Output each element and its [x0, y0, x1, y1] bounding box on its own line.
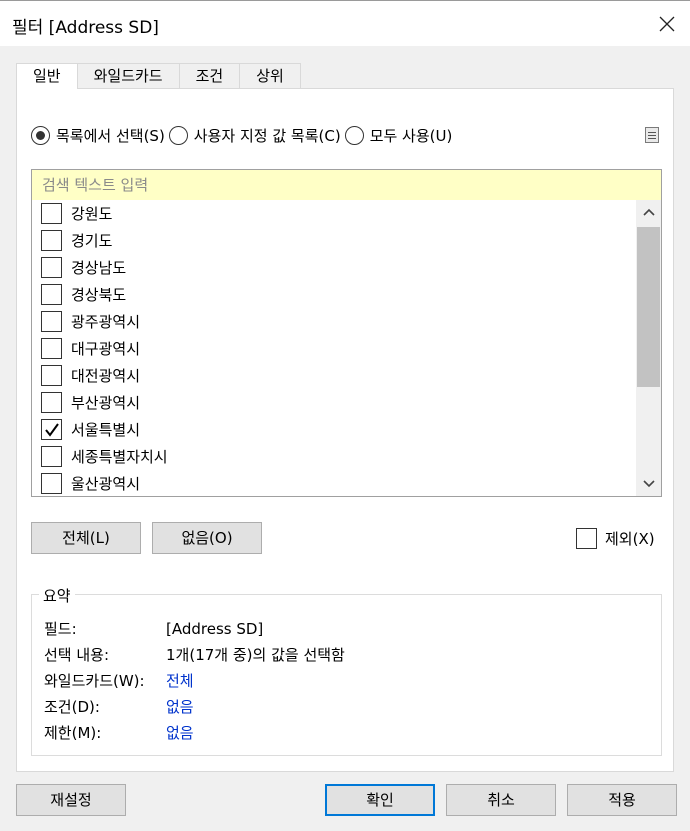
radio-button[interactable] [31, 125, 50, 145]
summary-label: 와일드카드(W): [44, 672, 145, 690]
summary-label: 제한(M): [44, 724, 102, 742]
summary-label: 선택 내용: [44, 646, 110, 664]
window-title: 필터 [Address SD] [12, 18, 159, 38]
checkmark-icon [44, 422, 59, 437]
list-item-checkbox[interactable] [41, 338, 62, 359]
radio-custom-value-list[interactable]: 사용자 지정 값 목록(C) [168, 125, 341, 146]
list-item-label: 서울특별시 [71, 421, 141, 439]
chevron-down-icon [642, 480, 655, 488]
list-item[interactable]: 울산광역시 [41, 470, 141, 496]
radio-label: 목록에서 선택(S) [56, 126, 165, 145]
list-item[interactable]: 부산광역시 [41, 389, 140, 416]
close-icon [659, 16, 675, 31]
list-item-label: 울산광역시 [71, 475, 141, 493]
list-item-checkbox[interactable] [41, 284, 62, 305]
list-item-label: 광주광역시 [71, 313, 141, 331]
list-item[interactable]: 경상북도 [41, 281, 126, 308]
list-item[interactable]: 대전광역시 [41, 362, 140, 389]
radio-label: 모두 사용(U) [369, 126, 453, 145]
list-item-label: 강원도 [71, 205, 113, 223]
radio-select-from-list[interactable]: 목록에서 선택(S) [31, 125, 165, 146]
reset-button[interactable]: 재설정 [16, 784, 126, 816]
list-item-checkbox[interactable] [41, 365, 62, 386]
tab-strip: 일반 와일드카드 조건 상위 [16, 63, 301, 89]
list-item[interactable]: 세종특별자치시 [41, 443, 168, 470]
list-scrollbar[interactable] [636, 200, 661, 496]
chevron-up-icon [642, 208, 655, 216]
list-item-checkbox[interactable] [41, 311, 62, 332]
summary-label: 조건(D): [44, 698, 100, 716]
list-item-checkbox[interactable] [41, 446, 62, 467]
scroll-up-button[interactable] [636, 201, 661, 223]
cancel-button[interactable]: 취소 [446, 784, 556, 816]
list-item-checkbox[interactable] [41, 230, 62, 251]
list-item-label: 대구광역시 [71, 340, 141, 358]
select-none-button[interactable]: 없음(O) [152, 522, 262, 554]
exclude-label: 제외(X) [605, 530, 655, 548]
list-item[interactable]: 광주광역시 [41, 308, 140, 335]
summary-link-limit[interactable]: 없음 [166, 721, 194, 745]
title-bar: 필터 [Address SD] [0, 0, 690, 46]
tab-condition[interactable]: 조건 [178, 63, 241, 88]
list-menu-icon[interactable] [645, 127, 659, 143]
list-item[interactable]: 강원도 [41, 200, 112, 227]
list-item-label: 세종특별자치시 [71, 448, 168, 466]
scroll-down-button[interactable] [636, 473, 661, 495]
tab-general[interactable]: 일반 [16, 63, 78, 89]
list-item-label: 대전광역시 [71, 367, 141, 385]
list-item-checkbox[interactable] [41, 203, 62, 224]
list-item-label: 경기도 [71, 232, 113, 250]
list-item-label: 경상남도 [71, 259, 127, 277]
list-item-checkbox[interactable] [41, 392, 62, 413]
summary-group: 요약 필드: [Address SD] 선택 내용: 1개(17개 중)의 값을… [31, 585, 662, 756]
list-item-label: 부산광역시 [71, 394, 141, 412]
exclude-checkbox-group[interactable]: 제외(X) [576, 528, 655, 549]
summary-legend: 요약 [39, 585, 75, 606]
list-item[interactable]: 서울특별시 [41, 416, 140, 443]
list-item-checkbox[interactable] [41, 473, 62, 494]
search-input[interactable]: 검색 텍스트 입력 [31, 169, 662, 201]
summary-label: 필드: [44, 620, 77, 638]
list-item[interactable]: 경기도 [41, 227, 112, 254]
summary-value: [Address SD] [166, 620, 264, 638]
scrollbar-thumb[interactable] [637, 227, 660, 387]
list-item-label: 경상북도 [71, 286, 127, 304]
apply-button[interactable]: 적용 [567, 784, 677, 816]
list-item[interactable]: 대구광역시 [41, 335, 140, 362]
summary-value: 1개(17개 중)의 값을 선택함 [166, 646, 345, 664]
list-item-checkbox[interactable] [41, 419, 62, 440]
value-list: 강원도 경기도 경상남도 경상북도 광주광역시 대구광역시 대전광역시 부산광역… [31, 200, 662, 497]
list-item-checkbox[interactable] [41, 257, 62, 278]
radio-button[interactable] [344, 125, 364, 145]
tab-wildcard[interactable]: 와일드카드 [76, 63, 180, 88]
mode-radio-group: 목록에서 선택(S) 사용자 지정 값 목록(C) 모두 사용(U) [31, 124, 456, 146]
radio-use-all[interactable]: 모두 사용(U) [344, 125, 453, 146]
summary-link-wildcard[interactable]: 전체 [166, 669, 194, 693]
exclude-checkbox[interactable] [576, 528, 597, 549]
radio-label: 사용자 지정 값 목록(C) [193, 126, 341, 145]
general-tab-panel: 목록에서 선택(S) 사용자 지정 값 목록(C) 모두 사용(U) 검색 텍스… [16, 88, 674, 772]
close-button[interactable] [644, 1, 690, 46]
radio-button[interactable] [168, 125, 188, 145]
tab-top[interactable]: 상위 [239, 63, 301, 88]
ok-button[interactable]: 확인 [325, 784, 435, 816]
list-item[interactable]: 경상남도 [41, 254, 126, 281]
summary-link-condition[interactable]: 없음 [166, 695, 194, 719]
select-all-button[interactable]: 전체(L) [31, 522, 141, 554]
